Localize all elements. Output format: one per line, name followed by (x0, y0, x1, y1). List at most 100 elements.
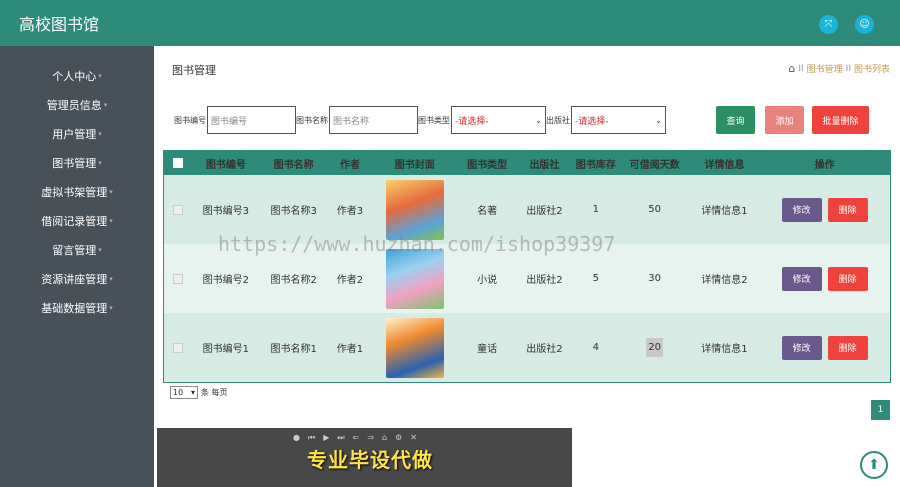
chevron-down-icon: ⌄ (535, 115, 542, 125)
book-name-input[interactable]: 图书名称 (329, 106, 418, 134)
col-detail: 详情信息 (704, 159, 745, 171)
cell-stock: 5 (592, 273, 599, 284)
col-days: 可借阅天数 (629, 159, 680, 171)
close-icon[interactable]: ✕ (410, 433, 417, 443)
skip-forward-icon[interactable]: ⏭ (337, 433, 344, 443)
main-content: 图书管理 ⌂ II 图书管理 II 图书列表 图书编号 图书编号 图书名称 图书… (154, 46, 900, 487)
book-table: 图书编号 图书名称 作者 图书封面 图书类型 出版社 图书库存 可借阅天数 详情… (163, 150, 891, 383)
home-icon[interactable]: ⌂ (788, 62, 795, 75)
batch-delete-button[interactable]: 批量删除 (812, 106, 869, 134)
breadcrumb-separator: II (845, 63, 851, 74)
row-checkbox[interactable] (172, 273, 183, 284)
cell-author: 作者1 (336, 344, 364, 355)
fullscreen-icon[interactable]: ⤧ (819, 15, 838, 34)
app-title: 高校图书馆 (19, 15, 100, 34)
cell-type: 小说 (477, 275, 498, 286)
page-number-current[interactable]: 1 (871, 400, 890, 420)
video-subtitle: 专业毕设代做 (307, 448, 433, 472)
info-icon[interactable]: ● (293, 433, 300, 443)
edit-button[interactable]: 修改 (781, 335, 822, 360)
sidebar-item-admin-info[interactable]: 管理员信息 ▾ (0, 90, 154, 119)
cell-type: 童话 (477, 344, 498, 355)
play-icon[interactable]: ▶ (323, 433, 329, 443)
chevron-down-icon: ▾ (98, 245, 102, 254)
page-title: 图书管理 (172, 64, 216, 77)
skip-back-icon[interactable]: ⏮ (308, 433, 315, 443)
breadcrumb: ⌂ II 图书管理 II 图书列表 (788, 62, 890, 75)
page-size-select[interactable]: 10 ▾ (170, 386, 198, 399)
cell-book-name: 图书名称3 (270, 206, 317, 217)
col-author: 作者 (339, 159, 360, 171)
sidebar-item-personal-center[interactable]: 个人中心 ▾ (0, 61, 154, 90)
chevron-down-icon: ▾ (103, 100, 108, 109)
lock-icon[interactable]: ⌂ (382, 433, 387, 443)
breadcrumb-book-management[interactable]: 图书管理 (807, 62, 843, 75)
delete-button[interactable]: 删除 (827, 335, 868, 360)
cell-author: 作者3 (336, 206, 364, 217)
cell-book-no: 图书编号2 (202, 275, 250, 286)
sidebar: 个人中心 ▾ 管理员信息 ▾ 用户管理 ▾ 图书管理 ▾ 虚拟书架管理 ▾ 借阅记录管理 ▾… (0, 46, 154, 487)
breadcrumb-book-list: 图书列表 (853, 65, 890, 75)
book-no-label: 图书编号 (174, 115, 206, 125)
col-cover: 图书封面 (394, 159, 435, 171)
cell-book-no: 图书编号3 (202, 206, 250, 217)
table-header: 图书编号 图书名称 作者 图书封面 图书类型 出版社 图书库存 可借阅天数 详情… (164, 151, 890, 175)
book-cover-image[interactable] (385, 317, 444, 378)
cell-detail: 详情信息1 (701, 206, 748, 217)
cell-publisher: 出版社2 (526, 206, 563, 217)
cell-detail: 详情信息2 (701, 275, 748, 286)
cell-days: 50 (648, 204, 661, 215)
sidebar-item-messages[interactable]: 留言管理 ▾ (0, 235, 154, 264)
video-overlay: ● ⏮ ▶ ⏭ ⇐ ⇒ ⌂ ⚙ ✕ 专业毕设代做 (157, 428, 572, 487)
watermark-text: https://www.huzhan.com/ishop39397 (218, 232, 616, 256)
arrow-up-icon: ⬆ (868, 457, 880, 473)
breadcrumb-separator: II (798, 63, 804, 74)
add-button[interactable]: 添加 (765, 106, 804, 134)
cell-publisher: 出版社2 (526, 275, 563, 286)
book-no-input[interactable]: 图书编号 (207, 106, 296, 134)
cell-days: 20 (646, 338, 663, 357)
chevron-down-icon: ⌄ (655, 115, 662, 125)
book-cover-image[interactable] (385, 179, 444, 240)
video-controls: ● ⏮ ▶ ⏭ ⇐ ⇒ ⌂ ⚙ ✕ (293, 433, 417, 443)
col-book-name: 图书名称 (273, 159, 314, 171)
user-icon[interactable]: ☺ (855, 15, 874, 34)
book-cover-image[interactable] (385, 248, 444, 309)
book-type-select[interactable]: -请选择- ⌄ (451, 106, 546, 134)
delete-button[interactable]: 删除 (827, 197, 868, 222)
chevron-down-icon: ▾ (98, 129, 102, 138)
col-operations: 操作 (814, 159, 835, 171)
cell-book-name: 图书名称2 (270, 275, 317, 286)
sidebar-item-user-management[interactable]: 用户管理 ▾ (0, 119, 154, 148)
row-checkbox[interactable] (172, 342, 183, 353)
col-stock: 图书库存 (575, 159, 616, 171)
back-to-top-button[interactable]: ⬆ (860, 451, 888, 479)
cell-stock: 4 (592, 342, 599, 353)
cell-stock: 1 (592, 204, 599, 215)
query-button[interactable]: 查询 (716, 106, 755, 134)
cell-publisher: 出版社2 (526, 344, 563, 355)
chevron-down-icon: ▾ (109, 303, 113, 312)
cell-book-no: 图书编号1 (202, 344, 250, 355)
filter-bar: 图书编号 图书编号 图书名称 图书名称 图书类型 -请选择- ⌄ 出版社 -请选择… (174, 106, 666, 134)
chevron-down-icon: ▾ (98, 158, 102, 167)
edit-button[interactable]: 修改 (781, 197, 822, 222)
publisher-select[interactable]: -请选择- ⌄ (571, 106, 666, 134)
sidebar-item-virtual-shelf[interactable]: 虚拟书架管理 ▾ (0, 177, 154, 206)
chevron-down-icon: ▾ (109, 216, 113, 225)
chevron-down-icon: ▾ (190, 388, 195, 397)
col-book-no: 图书编号 (205, 159, 246, 171)
forward-icon[interactable]: ⇒ (367, 433, 374, 443)
rewind-icon[interactable]: ⇐ (353, 433, 360, 443)
edit-button[interactable]: 修改 (781, 266, 822, 291)
row-checkbox[interactable] (172, 204, 183, 215)
gear-icon[interactable]: ⚙ (395, 433, 402, 443)
cell-book-name: 图书名称1 (270, 344, 317, 355)
sidebar-item-borrow-records[interactable]: 借阅记录管理 ▾ (0, 206, 154, 235)
sidebar-item-book-management[interactable]: 图书管理 ▾ (0, 148, 154, 177)
select-all-checkbox[interactable] (172, 158, 183, 168)
sidebar-item-lectures[interactable]: 资源讲座管理 ▾ (0, 264, 154, 293)
chevron-down-icon: ▾ (109, 274, 113, 283)
delete-button[interactable]: 删除 (827, 266, 868, 291)
sidebar-item-basic-data[interactable]: 基础数据管理 ▾ (0, 293, 154, 322)
